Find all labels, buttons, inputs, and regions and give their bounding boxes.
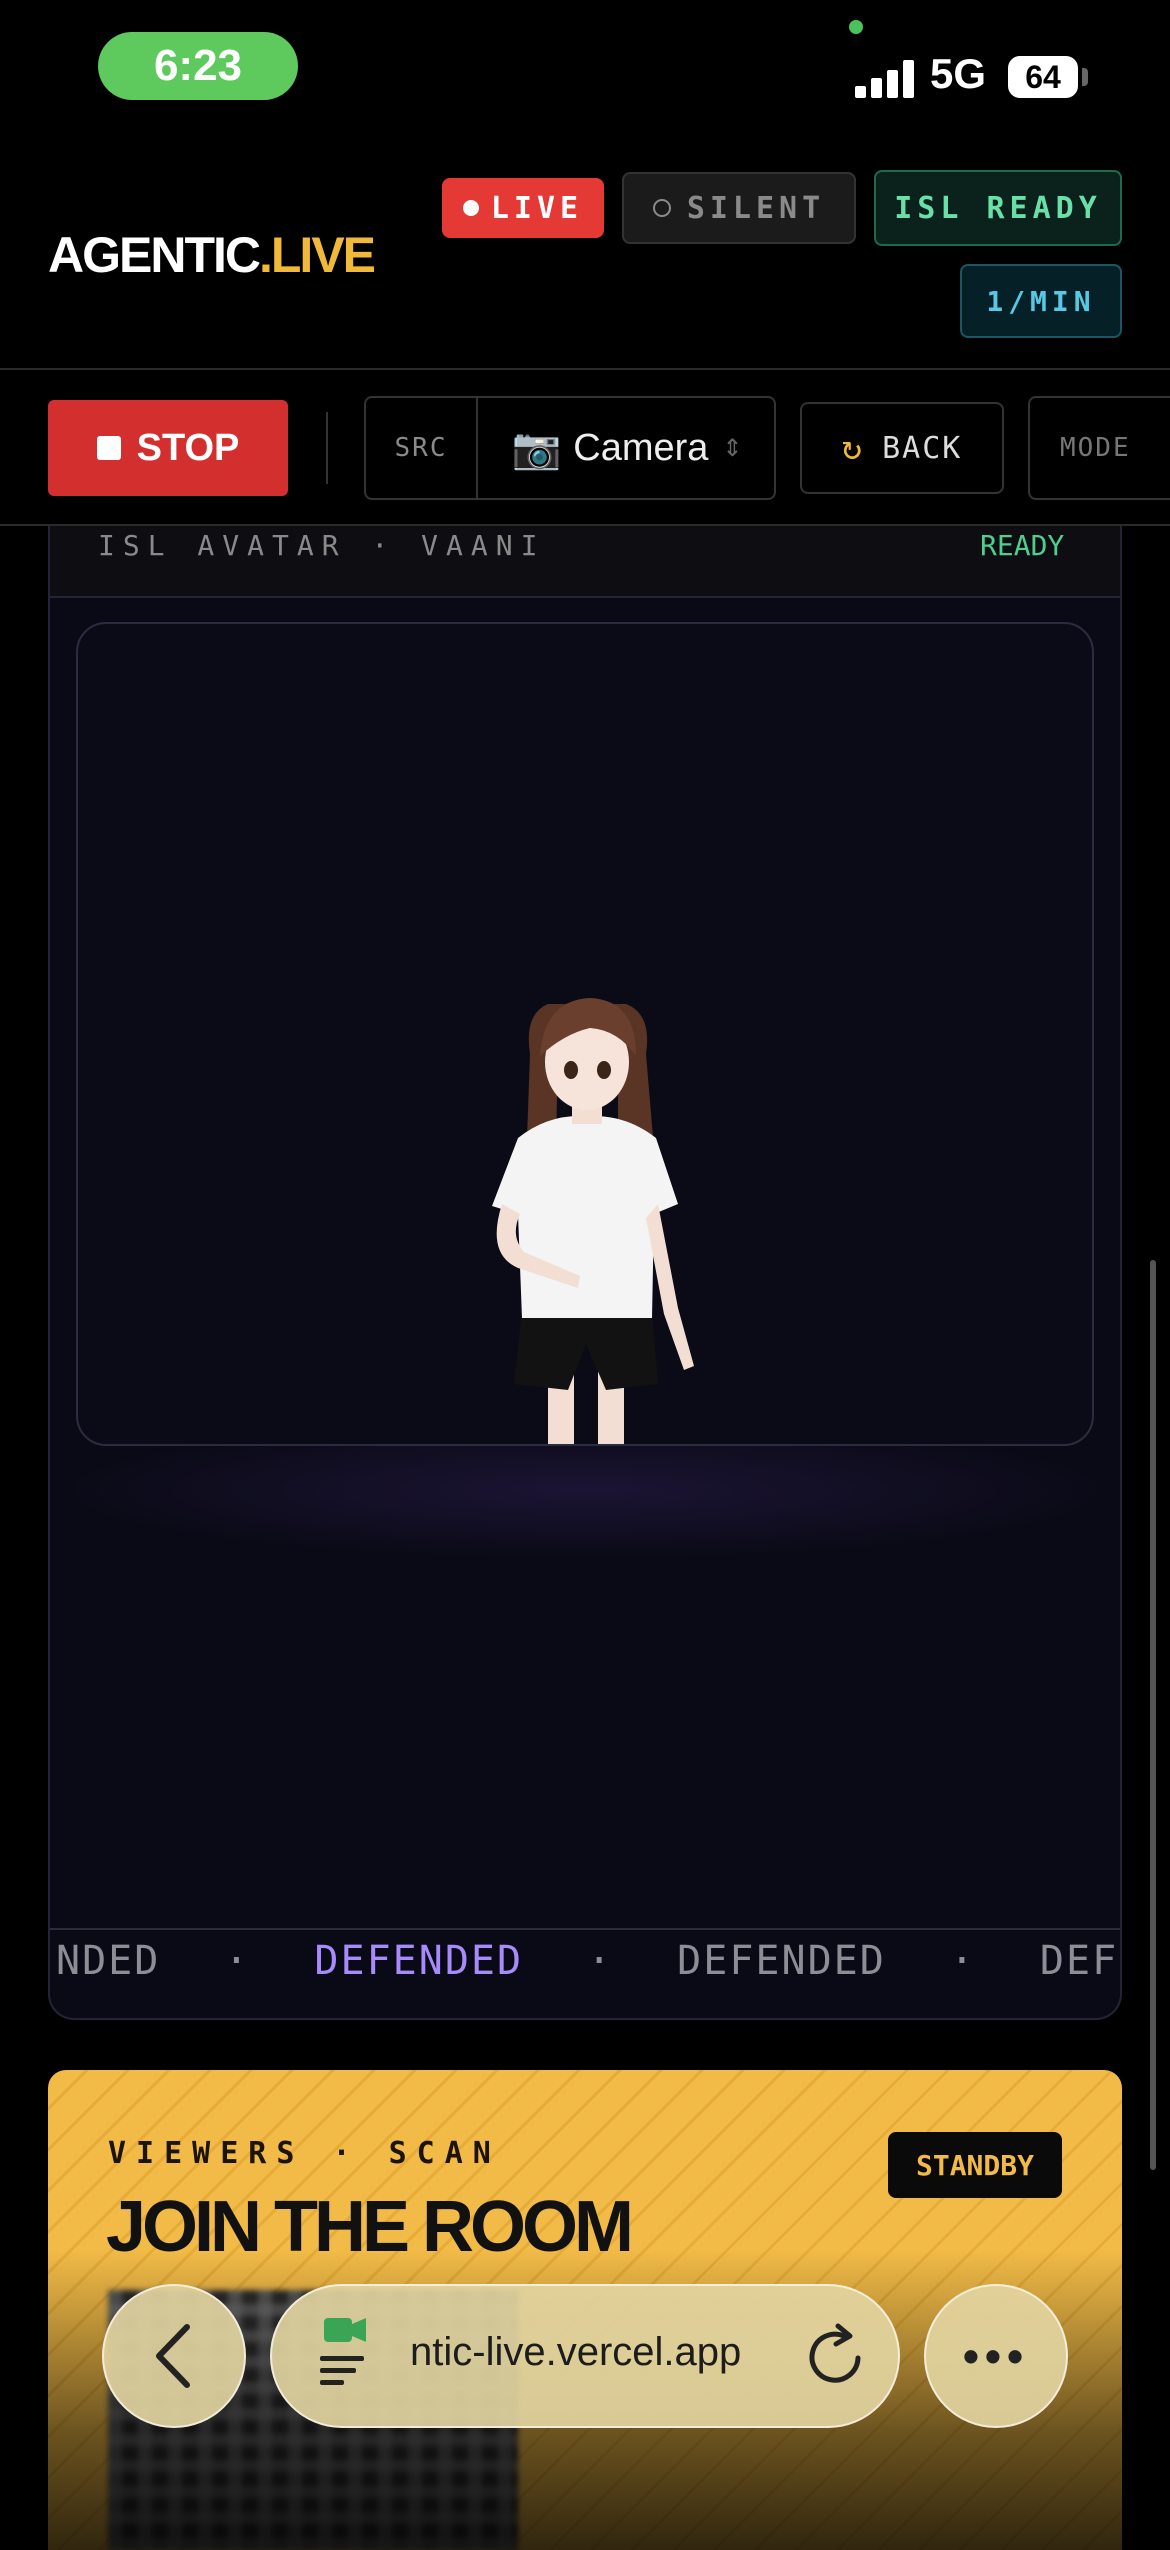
join-card-label: VIEWERS · SCAN <box>108 2136 501 2171</box>
cellular-signal-icon <box>855 58 915 98</box>
live-dot-icon <box>462 200 479 216</box>
ticker-item: DEFENDED <box>677 1938 886 1984</box>
more-options-button[interactable]: ••• <box>924 2284 1068 2428</box>
live-badge: LIVE <box>442 178 604 238</box>
ticker-track: NDED · DEFENDED · DEFENDED · DEFE <box>56 1938 1120 1984</box>
site-menu-icon <box>320 2318 366 2385</box>
stop-icon <box>96 436 121 460</box>
reload-icon[interactable] <box>800 2322 870 2392</box>
avatar-panel-title: ISL AVATAR · VAANI <box>98 529 546 562</box>
chevron-updown-icon: ⇕ <box>722 434 743 462</box>
standby-badge: STANDBY <box>888 2132 1062 2198</box>
source-select[interactable]: 📷 Camera ⇕ <box>480 398 774 498</box>
ticker-item-active: DEFENDED <box>314 1938 524 1984</box>
ticker-separator: · <box>587 1938 614 1984</box>
status-time: 6:23 <box>98 32 298 100</box>
live-label: LIVE <box>490 190 584 226</box>
rotate-icon: ↻ <box>841 428 865 468</box>
ticker-separator: · <box>224 1938 251 1984</box>
silent-label: SILENT <box>686 190 826 226</box>
ticker-separator: · <box>949 1938 976 1984</box>
app-logo[interactable]: AGENTIC.LIVE <box>48 226 376 284</box>
avatar-status: READY <box>980 529 1065 562</box>
battery-tip <box>1082 68 1088 86</box>
mode-button[interactable]: MODE <box>1028 396 1170 500</box>
silent-toggle[interactable]: SILENT <box>622 172 856 244</box>
circle-icon <box>652 199 671 217</box>
isl-ready-badge: ISL READY <box>874 170 1122 246</box>
network-type: 5G <box>930 50 987 97</box>
camera-indicator-icon <box>849 20 863 34</box>
mode-label: MODE <box>1060 433 1131 463</box>
source-value: Camera <box>573 426 709 469</box>
stop-label: STOP <box>136 426 240 469</box>
ticker-item: DEFE <box>1039 1938 1120 1984</box>
back-label: BACK <box>882 430 963 466</box>
source-label: SRC <box>366 398 478 498</box>
rate-badge[interactable]: 1/MIN <box>960 264 1122 338</box>
status-ticker: NDED · DEFENDED · DEFENDED · DEFE <box>50 1930 1120 2000</box>
chevron-left-icon <box>156 2324 190 2388</box>
logo-main: AGENTIC <box>48 227 261 283</box>
avatar-figure <box>492 998 694 1444</box>
stop-button[interactable]: STOP <box>48 400 288 496</box>
url-text[interactable]: ntic-live.vercel.app <box>410 2330 741 2375</box>
logo-accent: .LIVE <box>259 227 376 283</box>
page-scrollbar[interactable] <box>1150 1260 1156 2170</box>
toolbar-divider-top <box>0 368 1170 370</box>
browser-back-button[interactable] <box>102 2284 246 2428</box>
avatar-stage[interactable] <box>76 622 1094 1446</box>
ellipsis-icon: ••• <box>962 2330 1030 2382</box>
ticker-item: NDED <box>56 1938 161 1984</box>
battery-icon: 64 <box>1008 56 1078 98</box>
toolbar-separator <box>326 412 328 484</box>
back-button[interactable]: ↻ BACK <box>800 402 1004 494</box>
camera-icon: 📷 <box>511 426 562 471</box>
